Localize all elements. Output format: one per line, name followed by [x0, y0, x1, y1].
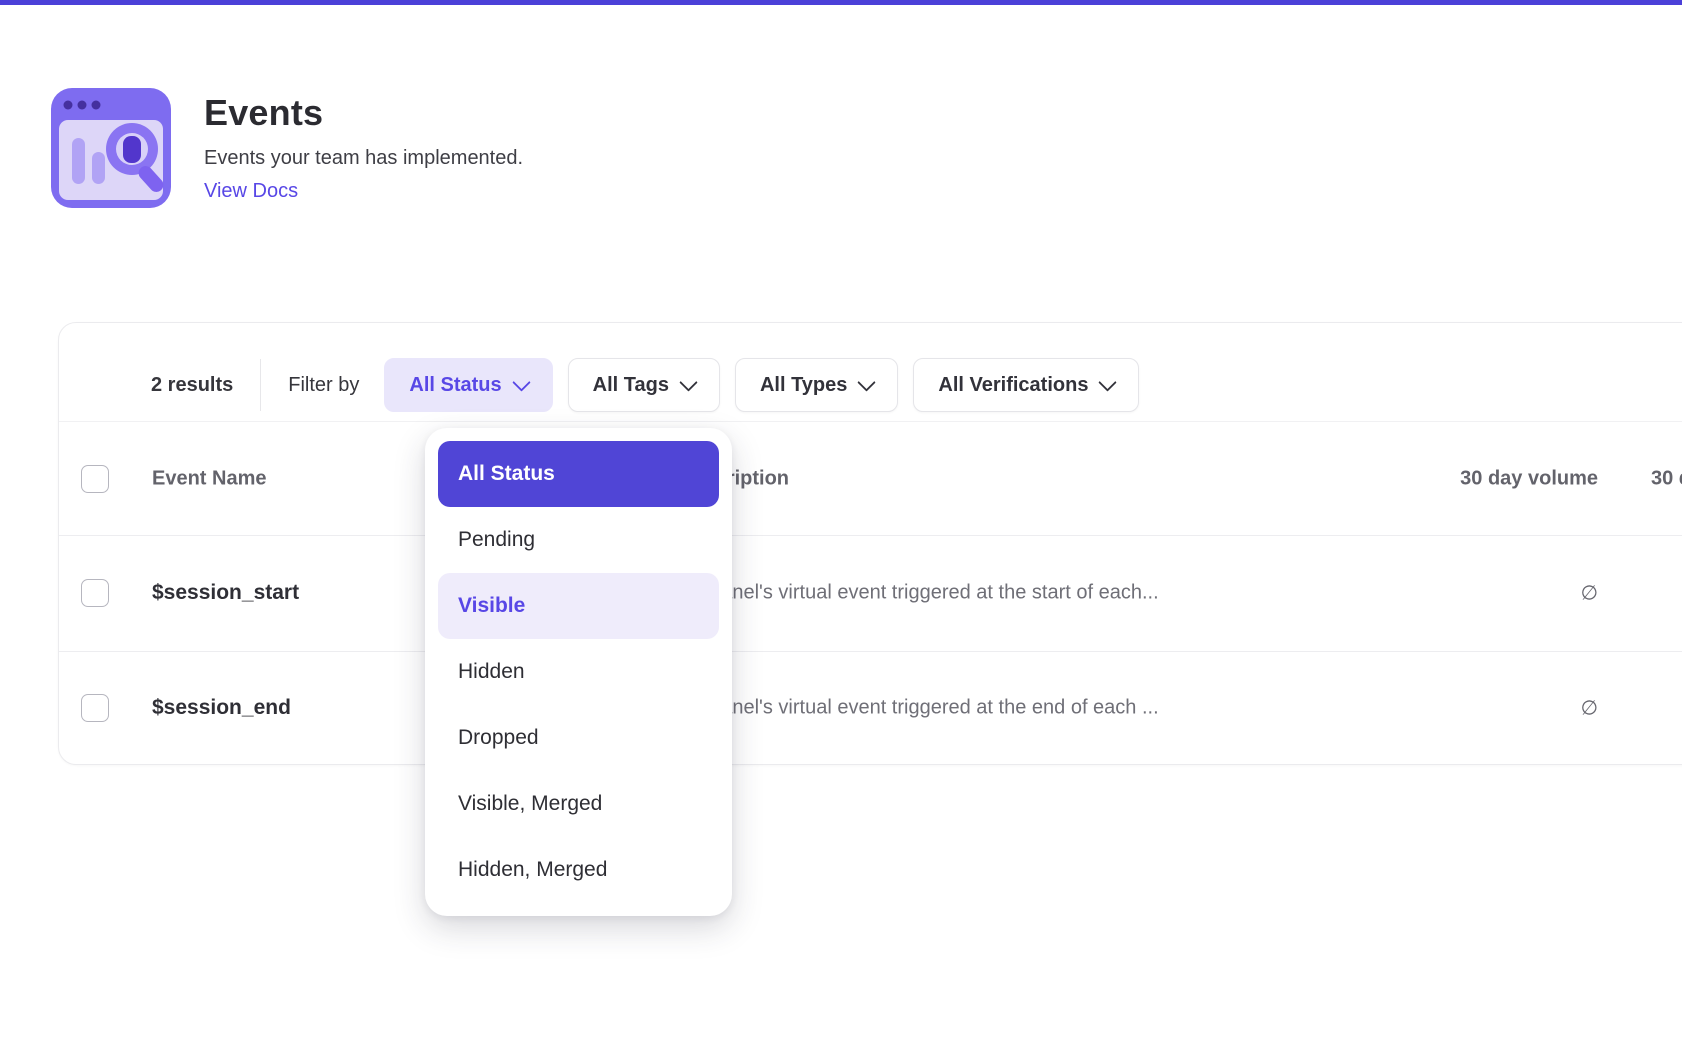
events-panel: 2 results Filter by All Status All Tags …: [58, 322, 1682, 765]
dropdown-item-hidden-merged[interactable]: Hidden, Merged: [438, 837, 719, 903]
filter-all-tags[interactable]: All Tags: [568, 358, 720, 412]
chevron-down-icon: [1099, 373, 1117, 391]
dropdown-item-all-status[interactable]: All Status: [438, 441, 719, 507]
event-30-day-volume: ∅: [1338, 581, 1598, 606]
dropdown-item-dropped[interactable]: Dropped: [438, 705, 719, 771]
filter-by-label: Filter by: [288, 374, 359, 397]
results-count: 2 results: [151, 374, 233, 397]
row-checkbox[interactable]: [81, 694, 109, 722]
filter-all-status-label: All Status: [409, 374, 501, 397]
table-row[interactable]: $session_start Mixpanel's virtual event …: [59, 535, 1682, 651]
table-row[interactable]: $session_end Mixpanel's virtual event tr…: [59, 651, 1682, 764]
toolbar-divider: [260, 359, 261, 411]
filter-toolbar: 2 results Filter by All Status All Tags …: [151, 359, 1154, 411]
view-docs-link[interactable]: View Docs: [204, 180, 298, 203]
column-header-30-day-volume[interactable]: 30 day volume: [1338, 467, 1598, 490]
page-title: Events: [204, 92, 323, 134]
dropdown-item-visible[interactable]: Visible: [438, 573, 719, 639]
filter-all-types-label: All Types: [760, 374, 847, 397]
event-description: Mixpanel's virtual event triggered at th…: [679, 697, 1159, 720]
filter-all-verifications-label: All Verifications: [938, 374, 1088, 397]
column-header-event-name[interactable]: Event Name: [152, 467, 267, 490]
dropdown-item-pending[interactable]: Pending: [438, 507, 719, 573]
filter-all-tags-label: All Tags: [593, 374, 669, 397]
chevron-down-icon: [679, 373, 697, 391]
page-subtitle: Events your team has implemented.: [204, 147, 523, 170]
column-header-30-day-clipped[interactable]: 30 d: [1651, 467, 1682, 490]
event-name: $session_start: [152, 581, 299, 605]
row-checkbox[interactable]: [81, 579, 109, 607]
dropdown-item-visible-merged[interactable]: Visible, Merged: [438, 771, 719, 837]
event-30-day-volume: ∅: [1338, 696, 1598, 721]
filter-all-types[interactable]: All Types: [735, 358, 898, 412]
status-dropdown-menu: All Status Pending Visible Hidden Droppe…: [425, 428, 732, 916]
events-browser-chart-icon: [51, 88, 171, 208]
top-accent-bar: [0, 0, 1682, 5]
filter-all-verifications[interactable]: All Verifications: [913, 358, 1139, 412]
chevron-down-icon: [858, 373, 876, 391]
event-description: Mixpanel's virtual event triggered at th…: [679, 582, 1159, 605]
select-all-checkbox[interactable]: [81, 465, 109, 493]
table-header-row: Event Name Description 30 day volume 30 …: [59, 421, 1682, 536]
chevron-down-icon: [512, 373, 530, 391]
event-name: $session_end: [152, 696, 291, 720]
filter-all-status[interactable]: All Status: [384, 358, 552, 412]
dropdown-item-hidden[interactable]: Hidden: [438, 639, 719, 705]
